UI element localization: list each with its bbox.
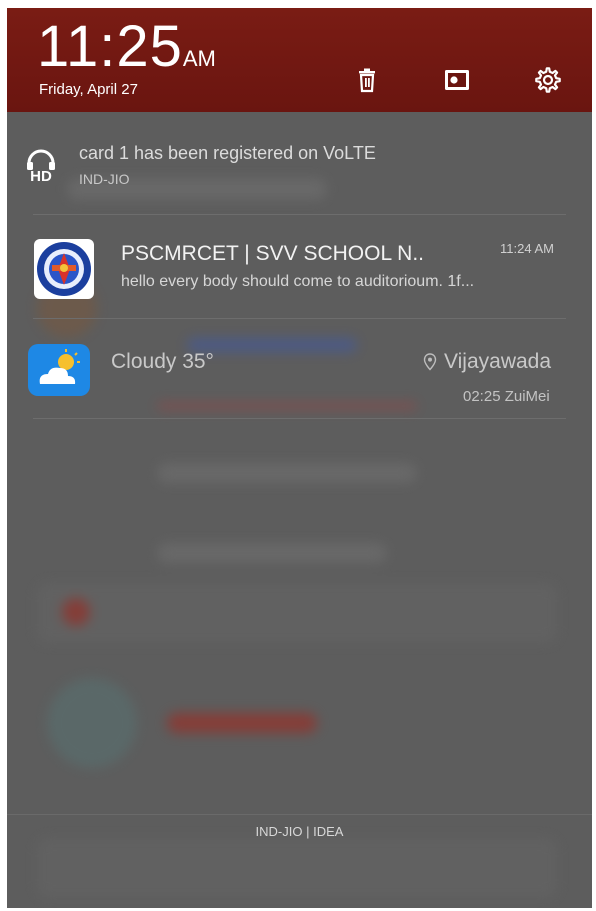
clock: 11:25AM [37, 18, 216, 76]
footer-divider [7, 814, 592, 815]
status-header: 11:25AM Friday, April 27 [7, 8, 592, 112]
message-title: PSCMRCET | SVV SCHOOL N.. [121, 242, 425, 265]
divider [33, 318, 566, 319]
location-pin-icon [423, 353, 437, 371]
school-logo-icon [34, 239, 94, 299]
screenshot-icon[interactable] [443, 66, 471, 94]
svg-text:HD: HD [30, 168, 52, 184]
volte-title: card 1 has been registered on VoLTE [79, 143, 376, 163]
date-label: Friday, April 27 [39, 81, 138, 98]
divider [33, 418, 566, 419]
trash-icon[interactable] [353, 66, 381, 94]
divider [33, 214, 566, 215]
weather-cloudy-icon [28, 344, 90, 396]
weather-location: Vijayawada [444, 350, 552, 373]
message-body: hello every body should come to auditori… [121, 273, 475, 290]
notification-message[interactable]: PSCMRCET | SVV SCHOOL N.. 11:24 AM hello… [7, 224, 592, 316]
hd-volte-icon: HD [27, 149, 55, 184]
notification-shade: 11:25AM Friday, April 27 HD card 1 has b… [7, 8, 592, 908]
settings-icon[interactable] [534, 66, 562, 94]
message-time: 11:24 AM [500, 241, 554, 256]
clock-ampm: AM [182, 46, 216, 71]
carrier-label: IND-JIO | IDEA [255, 824, 344, 839]
notification-weather[interactable]: Cloudy 35° Vijayawada 02:25 ZuiMei [7, 326, 592, 418]
weather-condition: Cloudy 35° [111, 350, 214, 373]
notification-volte[interactable]: HD card 1 has been registered on VoLTE I… [7, 132, 592, 216]
weather-updated: 02:25 ZuiMei [463, 388, 550, 405]
clock-time: 11:25 [37, 14, 183, 79]
volte-carrier: IND-JIO [79, 171, 130, 187]
